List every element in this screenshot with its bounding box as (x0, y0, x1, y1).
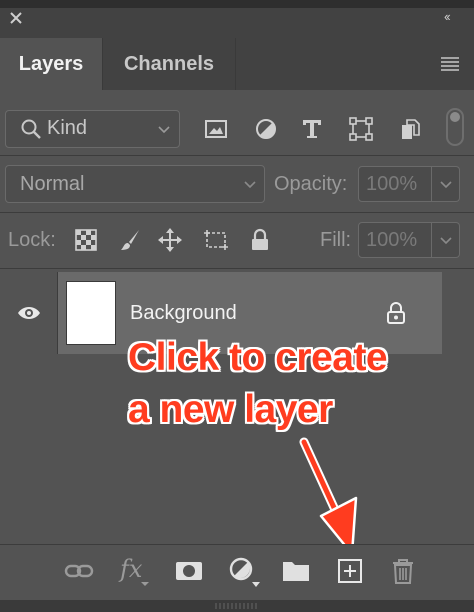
new-group-icon[interactable] (281, 556, 311, 586)
lock-artboard-icon[interactable] (202, 228, 228, 252)
layers-scroll-gutter (442, 272, 474, 544)
new-layer-icon[interactable] (335, 556, 365, 586)
link-layers-icon[interactable] (64, 556, 94, 586)
kind-filter-label: Kind (47, 117, 88, 139)
layer-thumbnail (66, 281, 116, 345)
chevron-down-icon (440, 181, 452, 189)
divider (0, 268, 474, 269)
lock-position-icon[interactable] (158, 228, 182, 252)
lock-image-pixels-icon[interactable] (118, 228, 142, 252)
tab-layers[interactable]: Layers (0, 38, 102, 90)
annotation-line-2: a new layer (128, 388, 333, 431)
panel-menu-icon[interactable] (440, 56, 460, 72)
search-icon (20, 118, 42, 140)
opacity-label: Opacity: (274, 173, 348, 195)
panel-header (0, 0, 474, 38)
type-filter-icon[interactable] (300, 117, 324, 141)
close-icon[interactable] (8, 10, 24, 26)
annotation-line-1: Click to create (128, 336, 388, 379)
layer-lock-icon[interactable] (386, 302, 406, 324)
lock-transparent-pixels-icon[interactable] (74, 228, 98, 252)
opacity-value: 100% (366, 173, 418, 195)
lock-label: Lock: (8, 229, 56, 251)
tab-channels[interactable]: Channels (102, 38, 236, 90)
blend-mode-value: Normal (20, 173, 85, 195)
fill-label: Fill: (320, 229, 352, 251)
chevron-down-icon (440, 237, 452, 245)
divider (0, 155, 474, 156)
shape-filter-icon[interactable] (349, 117, 373, 141)
eye-icon[interactable] (17, 305, 41, 321)
adjustment-filter-icon[interactable] (254, 117, 278, 141)
fill-value: 100% (366, 229, 418, 251)
collapse-panel-icon[interactable]: ‹‹ (444, 9, 451, 24)
fx-menu-indicator (141, 582, 149, 586)
fx-icon[interactable]: fx (120, 555, 142, 583)
divider (0, 212, 474, 213)
chevron-down-icon (158, 126, 170, 134)
delete-layer-icon[interactable] (388, 556, 418, 586)
smart-object-filter-icon[interactable] (398, 117, 422, 141)
image-filter-icon[interactable] (204, 117, 228, 141)
filter-toggle[interactable] (446, 108, 464, 146)
adjustment-layer-icon[interactable] (228, 556, 260, 587)
resize-grip-icon[interactable] (214, 603, 260, 609)
lock-all-icon[interactable] (248, 228, 272, 252)
add-mask-icon[interactable] (174, 556, 204, 586)
layer-name[interactable]: Background (130, 302, 237, 325)
chevron-down-icon (244, 181, 256, 189)
